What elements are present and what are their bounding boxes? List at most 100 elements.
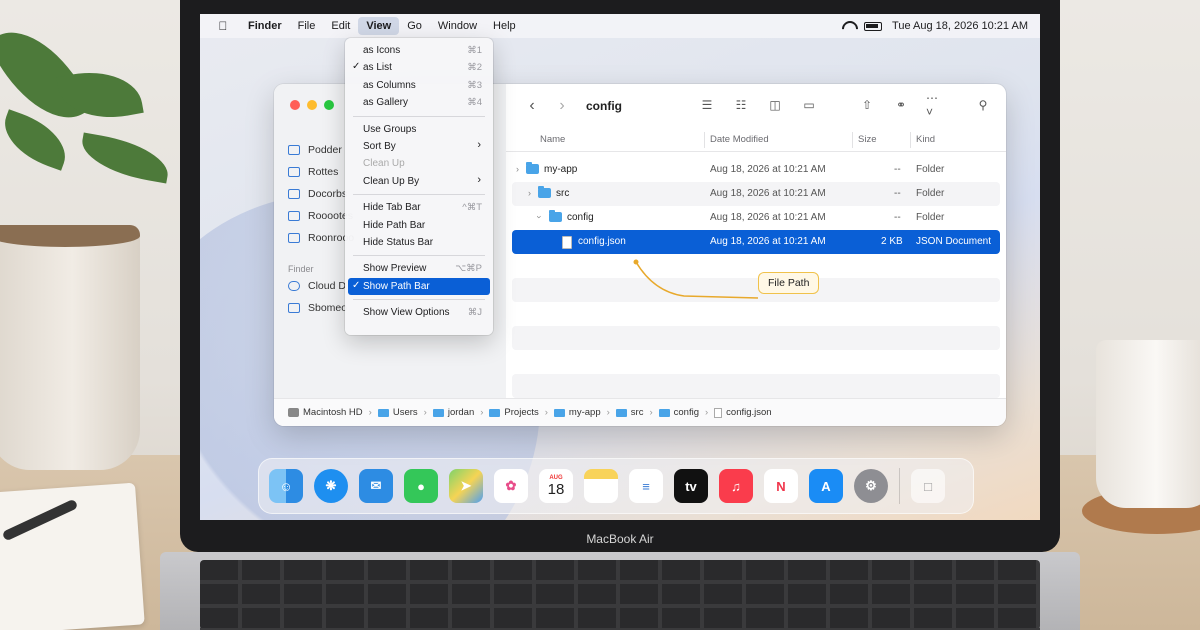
column-name[interactable]: Name [540,134,565,145]
column-size[interactable]: Size [858,134,876,145]
sidebar-item[interactable]: Cloud D [288,280,346,292]
zoom-button[interactable] [324,100,334,110]
menu-item-sort-by[interactable]: Sort By › [348,138,490,155]
disclosure-chevron-icon[interactable]: › [535,216,545,219]
menu-item-hide-path-bar[interactable]: Hide Path Bar [348,217,490,234]
system-settings-icon[interactable]: ⚙ [854,469,888,503]
path-segment[interactable]: my-app [553,407,601,418]
column-divider[interactable] [704,132,705,148]
battery-icon[interactable] [864,21,883,31]
file-date: Aug 18, 2026 at 10:21 AM [710,188,826,199]
path-segment[interactable]: Projects [489,407,539,418]
folder-icon [526,162,539,174]
search-icon[interactable]: ⚲ [974,96,992,114]
safari-app-icon[interactable]: ❋ [314,469,348,503]
disclosure-chevron-icon[interactable]: › [528,188,531,198]
columns-view-icon[interactable]: ◫ [766,96,784,114]
file-row-src[interactable]: › src Aug 18, 2026 at 10:21 AM -- Folder [512,182,1000,206]
disclosure-chevron-icon[interactable]: › [516,164,519,174]
menu-window[interactable]: Window [430,17,485,35]
column-date[interactable]: Date Modified [710,134,769,145]
menu-app-name[interactable]: Finder [240,17,290,35]
cloud-icon [288,281,300,291]
menu-item-hide-tab-bar[interactable]: Hide Tab Bar ^⌘T [348,199,490,216]
forward-button[interactable]: › [550,97,574,115]
menu-go[interactable]: Go [399,17,430,35]
grouped-view-icon[interactable]: ☷ [732,96,750,114]
file-row-config-json[interactable]: config.json Aug 18, 2026 at 10:21 AM 2 K… [512,230,1000,254]
checkmark-icon: ✓ [352,279,361,291]
maps-app-icon[interactable]: ➤ [449,469,483,503]
photos-app-icon[interactable]: ✿ [494,469,528,503]
finder-app-icon[interactable]: ☺ [269,469,303,503]
file-row-my-app[interactable]: › my-app Aug 18, 2026 at 10:21 AM -- Fol… [512,158,1000,182]
menu-item-as-columns[interactable]: as Columns ⌘3 [348,77,490,94]
file-row-config[interactable]: › config Aug 18, 2026 at 10:21 AM -- Fol… [512,206,1000,230]
music-app-icon[interactable]: ♫ [719,469,753,503]
wifi-icon[interactable] [842,21,854,31]
menu-item-as-list[interactable]: ✓ as List ⌘2 [348,59,490,76]
column-kind[interactable]: Kind [916,134,935,145]
file-date: Aug 18, 2026 at 10:21 AM [710,164,826,175]
menu-item-shortcut: ⌘4 [467,97,482,109]
menu-item-show-preview[interactable]: Show Preview ⌥⌘P [348,260,490,277]
sidebar-item[interactable]: Rooootes [288,210,353,222]
app-store-icon[interactable]: A [809,469,843,503]
file-size: -- [894,188,901,199]
folder-icon [489,408,501,417]
menu-item-clean-up-by[interactable]: Clean Up By › [348,173,490,190]
menu-clock[interactable]: Tue Aug 18, 2026 10:21 AM [892,20,1028,32]
tag-icon[interactable]: ⚭ [892,96,910,114]
mail-app-icon[interactable]: ✉ [359,469,393,503]
more-actions-icon[interactable]: ⋯˅ [926,91,944,119]
path-segment[interactable]: jordan [432,407,474,418]
column-divider[interactable] [852,132,853,148]
messages-app-icon[interactable]: ● [404,469,438,503]
path-segment[interactable]: src [615,407,643,418]
path-segment[interactable]: config.json [714,407,772,418]
menu-item-show-view-options[interactable]: Show View Options ⌘J [348,304,490,321]
sidebar-item[interactable]: Podder [288,144,342,156]
menu-item-shortcut: ⌘3 [467,79,482,91]
menu-item-use-groups[interactable]: Use Groups [348,121,490,138]
dock-divider [899,468,900,504]
path-segment[interactable]: config [658,407,699,418]
column-divider[interactable] [910,132,911,148]
menu-item-as-gallery[interactable]: as Gallery ⌘4 [348,94,490,111]
menu-item-hide-status-bar[interactable]: Hide Status Bar [348,234,490,251]
close-button[interactable] [290,100,300,110]
menu-item-as-icons[interactable]: as Icons ⌘1 [348,42,490,59]
menu-view[interactable]: View [358,17,400,35]
back-button[interactable]: ‹ [520,97,544,115]
empty-row [512,374,1000,398]
sidebar-item[interactable]: Rottes [288,166,338,178]
reminders-app-icon[interactable]: ≡ [629,469,663,503]
toolbar-actions: ☰ ☷ ◫ ▭ ⇧ ⚭ ⋯˅ ⚲ [698,91,992,119]
news-app-icon[interactable]: N [764,469,798,503]
sidebar-item[interactable]: Docorbs [288,188,347,200]
apple-menu-icon[interactable]:  [214,19,232,33]
folder-icon [288,211,300,221]
json-file-icon [562,236,572,249]
empty-row [512,278,1000,302]
submenu-arrow-icon: › [477,138,481,151]
path-segment[interactable]: Macintosh HD [288,407,363,418]
menu-item-show-path-bar[interactable]: ✓ Show Path Bar [348,277,490,296]
tv-app-icon[interactable]: tv [674,469,708,503]
notes-app-icon[interactable] [584,469,618,503]
file-name: my-app [544,164,578,175]
calendar-app-icon[interactable]: AUG 18 [539,469,573,503]
menu-edit[interactable]: Edit [323,17,358,35]
trash-icon[interactable]: □ [911,469,945,503]
share-icon[interactable]: ⇧ [858,96,876,114]
gallery-view-icon[interactable]: ▭ [800,96,818,114]
path-segment[interactable]: Users [377,407,418,418]
path-segment-label: config.json [726,407,772,418]
sidebar-item[interactable]: Sbomeo [288,302,347,314]
minimize-button[interactable] [307,100,317,110]
path-separator-icon: › [704,407,709,418]
menu-separator [353,299,485,301]
menu-help[interactable]: Help [485,17,524,35]
menu-file[interactable]: File [290,17,324,35]
list-view-icon[interactable]: ☰ [698,96,716,114]
